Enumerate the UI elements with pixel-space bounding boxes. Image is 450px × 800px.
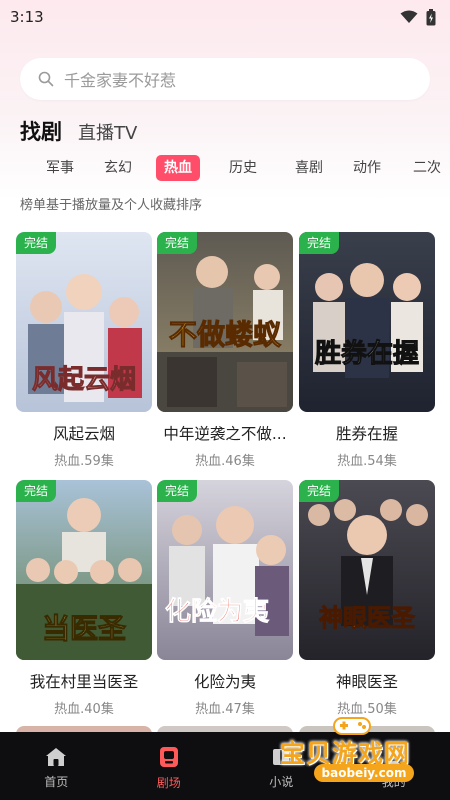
drama-card[interactable]: 不做蝼蚁 完结 中年逆袭之不做... 热血.46集 (157, 232, 293, 469)
genre-passion[interactable]: 热血 (156, 155, 200, 181)
drama-meta: 热血.40集 (54, 702, 114, 717)
drama-title: 中年逆袭之不做... (163, 425, 287, 443)
status-time: 3:13 (10, 8, 44, 26)
svg-text:风起云烟: 风起云烟 (32, 365, 136, 395)
drama-poster: 化险为夷 完结 (157, 480, 293, 660)
genre-fantasy[interactable]: 玄幻 (104, 155, 132, 181)
status-icons (400, 8, 436, 26)
battery-icon (426, 8, 436, 25)
drama-card[interactable]: 化险为夷 完结 化险为夷 热血.47集 (157, 480, 293, 717)
genre-military[interactable]: 军事 (46, 155, 74, 181)
drama-poster: 风起云烟 完结 (16, 232, 152, 412)
drama-card[interactable]: 风起云烟 完结 风起云烟 热血.59集 (16, 232, 152, 469)
status-bar: 3:13 (0, 0, 450, 34)
genre-anime[interactable]: 二次 (413, 155, 441, 181)
home-icon (46, 747, 67, 766)
nav-label: 剧场 (156, 775, 181, 790)
svg-text:化险为夷: 化险为夷 (165, 596, 269, 627)
wifi-icon (400, 10, 418, 23)
drama-poster: 不做蝼蚁 完结 (157, 232, 293, 412)
drama-card[interactable]: 神眼医圣 完结 神眼医圣 热血.50集 (299, 480, 435, 717)
drama-title: 风起云烟 (52, 425, 115, 443)
search-input[interactable]: 千金家妻不好惹 (20, 58, 430, 100)
drama-meta: 热血.46集 (195, 454, 255, 469)
genre-history[interactable]: 历史 (229, 155, 257, 181)
nav-label: 首页 (44, 774, 69, 789)
theater-icon (159, 746, 178, 767)
status-badge: 完结 (157, 232, 198, 254)
drama-poster: 当医圣 完结 (16, 480, 152, 660)
drama-card[interactable]: 当医圣 完结 我在村里当医圣 热血.40集 (16, 480, 152, 717)
drama-title: 化险为夷 (193, 673, 256, 691)
genre-filter-bar: 军事 玄幻 热血 历史 喜剧 动作 二次 (0, 155, 450, 185)
search-icon (38, 71, 54, 87)
drama-card[interactable]: 胜券在握 完结 胜券在握 热血.54集 (299, 232, 435, 469)
genre-action[interactable]: 动作 (353, 155, 381, 181)
drama-title: 胜券在握 (335, 425, 398, 443)
drama-poster: 神眼医圣 完结 (299, 480, 435, 660)
tab-live-tv[interactable]: 直播TV (78, 119, 137, 146)
search-placeholder: 千金家妻不好惹 (64, 71, 177, 90)
watermark-logo: 宝贝游戏网 baobeiy.com (270, 712, 450, 792)
drama-title: 神眼医圣 (335, 673, 398, 691)
status-badge: 完结 (16, 480, 57, 502)
status-badge: 完结 (299, 480, 340, 502)
svg-text:神眼医圣: 神眼医圣 (319, 603, 416, 632)
status-badge: 完结 (299, 232, 340, 254)
tab-find-drama[interactable]: 找剧 (20, 116, 62, 146)
svg-text:当医圣: 当医圣 (42, 612, 127, 645)
ranking-note: 榜单基于播放量及个人收藏排序 (20, 198, 203, 213)
drama-title: 我在村里当医圣 (29, 673, 139, 691)
drama-meta: 热血.54集 (337, 454, 397, 469)
drama-poster: 胜券在握 完结 (299, 232, 435, 412)
watermark-url: baobeiy.com (314, 764, 414, 782)
svg-text:胜券在握: 胜券在握 (315, 339, 419, 369)
top-tabs: 找剧 直播TV (20, 116, 137, 146)
genre-comedy[interactable]: 喜剧 (295, 155, 323, 181)
drama-meta: 热血.59集 (54, 454, 114, 469)
nav-theater[interactable]: 剧场 (113, 732, 226, 800)
status-badge: 完结 (157, 480, 198, 502)
nav-home[interactable]: 首页 (0, 732, 113, 800)
svg-text:不做蝼蚁: 不做蝼蚁 (169, 318, 282, 351)
status-badge: 完结 (16, 232, 57, 254)
